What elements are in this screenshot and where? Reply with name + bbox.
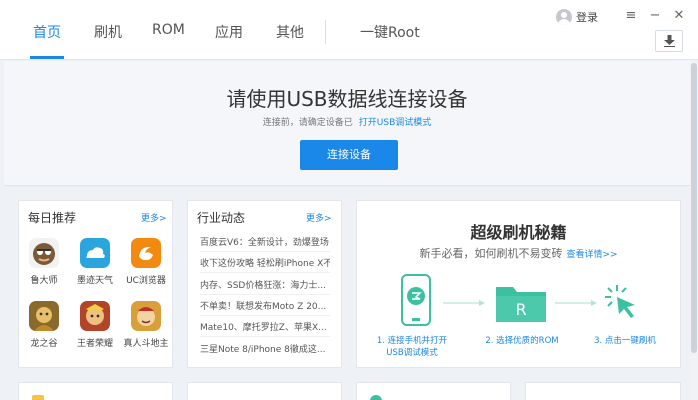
connect-hint-text: 连接前，请确定设备已	[262, 118, 353, 128]
dragon-nest-icon	[29, 301, 59, 331]
app-name: 龙之谷	[30, 339, 58, 349]
step-arrow-icon	[443, 300, 485, 306]
login-button[interactable]: 登录	[556, 8, 598, 26]
app-item[interactable]: UC浏览器	[123, 238, 169, 286]
app-item[interactable]: 王者荣耀	[72, 301, 118, 349]
view-details-link[interactable]: 查看详情>>	[566, 250, 617, 260]
active-tab-indicator	[30, 56, 64, 59]
connect-prompt-title: 请使用USB数据线连接设备	[226, 87, 468, 111]
news-item[interactable]: 百度云V6：全新设计，劲爆登场	[200, 235, 330, 248]
honor-of-kings-icon	[80, 301, 110, 331]
divider	[200, 315, 330, 316]
doudizhu-icon	[131, 301, 161, 331]
connect-device-panel: 请使用USB数据线连接设备 连接前，请确定设备已 打开USB调试模式 连接设备	[4, 61, 690, 186]
minimize-icon[interactable]: −	[648, 8, 662, 24]
scrollbar-thumb[interactable]	[691, 63, 697, 353]
flash-guide-subtitle: 新手必看，如何刷机不易变砖 查看详情>>	[357, 245, 680, 261]
close-icon[interactable]: ✕	[672, 8, 686, 24]
click-cursor-icon	[605, 285, 635, 318]
app-item[interactable]: 鲁大师	[21, 238, 67, 286]
connect-device-button[interactable]: 连接设备	[300, 140, 398, 170]
ludashi-icon	[29, 238, 59, 268]
app-name: 鲁大师	[30, 276, 58, 286]
app-item[interactable]: 真人斗地主	[123, 301, 169, 349]
tab-apps[interactable]: 应用	[215, 22, 243, 42]
step-1-text: 1. 连接手机并打开	[376, 336, 448, 346]
daily-recommend-card: 每日推荐 更多> 鲁大师 墨迹天气 UC浏览器 龙之谷 王者荣耀 真人斗地主	[18, 200, 173, 368]
divider	[200, 251, 330, 252]
uc-browser-icon	[131, 238, 161, 268]
daily-more-link[interactable]: 更多>	[141, 211, 167, 224]
menu-icon[interactable]: ≡	[624, 8, 638, 24]
step-3-label: 3. 点击一键刷机	[594, 336, 656, 346]
flash-guide-title: 超级刷机秘籍	[470, 223, 567, 242]
step-2-label: 2. 选择优质的ROM	[485, 336, 559, 346]
news-item[interactable]: 不单卖！联想发布Moto Z 20...	[200, 299, 330, 312]
step-1-label: 1. 连接手机并打开 USB调试模式	[375, 335, 449, 359]
step-1-text-line2: USB调试模式	[386, 348, 438, 358]
app-name: 墨迹天气	[76, 276, 113, 286]
tab-one-click-root[interactable]: 一键Root	[360, 22, 420, 42]
app-name: 真人斗地主	[123, 339, 169, 349]
flash-guide-subtitle-text: 新手必看，如何刷机不易变砖	[419, 247, 563, 260]
user-avatar-icon	[556, 9, 572, 25]
step-arrow-icon	[555, 300, 597, 306]
tab-divider	[325, 20, 326, 44]
card-icon	[370, 395, 382, 400]
news-item[interactable]: Mate10、摩托罗拉Z、苹果X...	[200, 320, 330, 333]
phone-usb-icon	[401, 274, 431, 326]
divider	[200, 272, 330, 273]
connect-hint: 连接前，请确定设备已 打开USB调试模式	[4, 115, 690, 128]
download-manager-button[interactable]	[655, 30, 683, 52]
divider	[200, 336, 330, 337]
bottom-card	[187, 382, 342, 400]
news-item[interactable]: 内存、SSD价格狂涨：海力士...	[200, 278, 330, 291]
scrollbar[interactable]	[690, 61, 698, 400]
top-nav-bar: 首页 刷机 ROM 应用 其他 一键Root 登录 ≡ − ✕	[0, 0, 698, 60]
industry-news-card: 行业动态 更多> 百度云V6：全新设计，劲爆登场 收下这份攻略 轻松刷iPhon…	[187, 200, 342, 368]
news-item[interactable]: 收下这份攻略 轻松刷iPhone X不...	[200, 256, 330, 269]
download-icon	[664, 35, 675, 47]
tab-flash[interactable]: 刷机	[94, 22, 122, 42]
tab-other[interactable]: 其他	[276, 22, 304, 42]
flash-guide-card[interactable]: 超级刷机秘籍 新手必看，如何刷机不易变砖 查看详情>> R 1. 连接手机并打开 …	[356, 200, 681, 368]
rom-letter: R	[515, 300, 526, 319]
industry-news-title: 行业动态	[197, 211, 246, 225]
app-name: UC浏览器	[126, 276, 166, 286]
tab-home[interactable]: 首页	[33, 22, 61, 42]
rom-folder-icon: R	[496, 287, 546, 322]
moji-weather-icon	[80, 238, 110, 268]
bottom-card	[525, 382, 681, 400]
divider	[200, 294, 330, 295]
usb-debug-link[interactable]: 打开USB调试模式	[359, 118, 431, 128]
app-item[interactable]: 墨迹天气	[72, 238, 118, 286]
news-item[interactable]: 三星Note 8/iPhone 8徹成这...	[200, 342, 330, 355]
app-name: 王者荣耀	[76, 339, 113, 349]
tab-rom[interactable]: ROM	[152, 22, 185, 38]
daily-recommend-title: 每日推荐	[28, 211, 77, 225]
bottom-card	[356, 382, 511, 400]
app-item[interactable]: 龙之谷	[21, 301, 67, 349]
card-icon	[32, 395, 44, 400]
news-more-link[interactable]: 更多>	[306, 211, 332, 224]
bottom-card	[18, 382, 173, 400]
login-label: 登录	[576, 11, 598, 24]
